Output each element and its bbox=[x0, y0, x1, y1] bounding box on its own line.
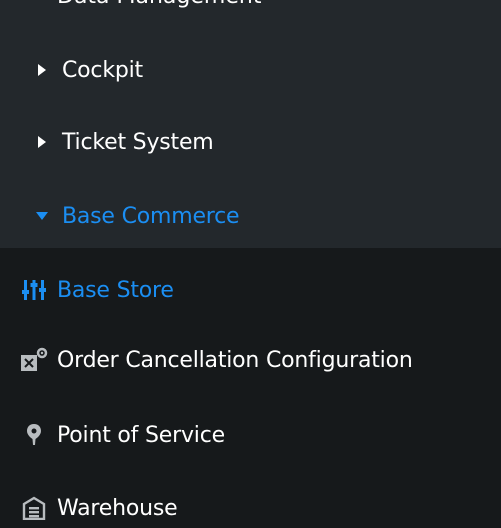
nav-item-warehouse[interactable]: Warehouse bbox=[0, 488, 501, 528]
nav-item-label: Warehouse bbox=[57, 495, 178, 521]
nav-item-label: Order Cancellation Configuration bbox=[57, 347, 413, 373]
document-gear-icon bbox=[19, 347, 49, 373]
caret-right-icon bbox=[27, 136, 57, 148]
nav-item-label: Point of Service bbox=[57, 422, 225, 448]
nav-group-label: Cockpit bbox=[62, 57, 143, 83]
nav-item-label: Base Store bbox=[57, 277, 174, 303]
warehouse-icon bbox=[19, 496, 49, 520]
nav-groups-section: Data Management Cockpit Ticket System Ba… bbox=[0, 0, 501, 248]
caret-down-icon bbox=[27, 212, 57, 220]
caret-right-icon bbox=[27, 64, 57, 76]
nav-group-label-partial: Data Management bbox=[57, 0, 261, 9]
nav-group-ticket-system[interactable]: Ticket System bbox=[0, 122, 501, 162]
map-pin-icon bbox=[19, 424, 49, 446]
nav-item-base-store[interactable]: Base Store bbox=[0, 270, 501, 310]
nav-item-point-of-service[interactable]: Point of Service bbox=[0, 415, 501, 455]
nav-group-cockpit[interactable]: Cockpit bbox=[0, 50, 501, 90]
navigation-tree: Data Management Cockpit Ticket System Ba… bbox=[0, 0, 501, 528]
nav-item-order-cancellation-configuration[interactable]: Order Cancellation Configuration bbox=[0, 340, 501, 380]
nav-items-section: Base Store Order Cancellation Configurat… bbox=[0, 248, 501, 528]
sliders-icon bbox=[19, 278, 49, 302]
nav-group-base-commerce[interactable]: Base Commerce bbox=[0, 196, 501, 236]
nav-group-label: Ticket System bbox=[62, 129, 214, 155]
nav-group-label: Base Commerce bbox=[62, 203, 240, 229]
